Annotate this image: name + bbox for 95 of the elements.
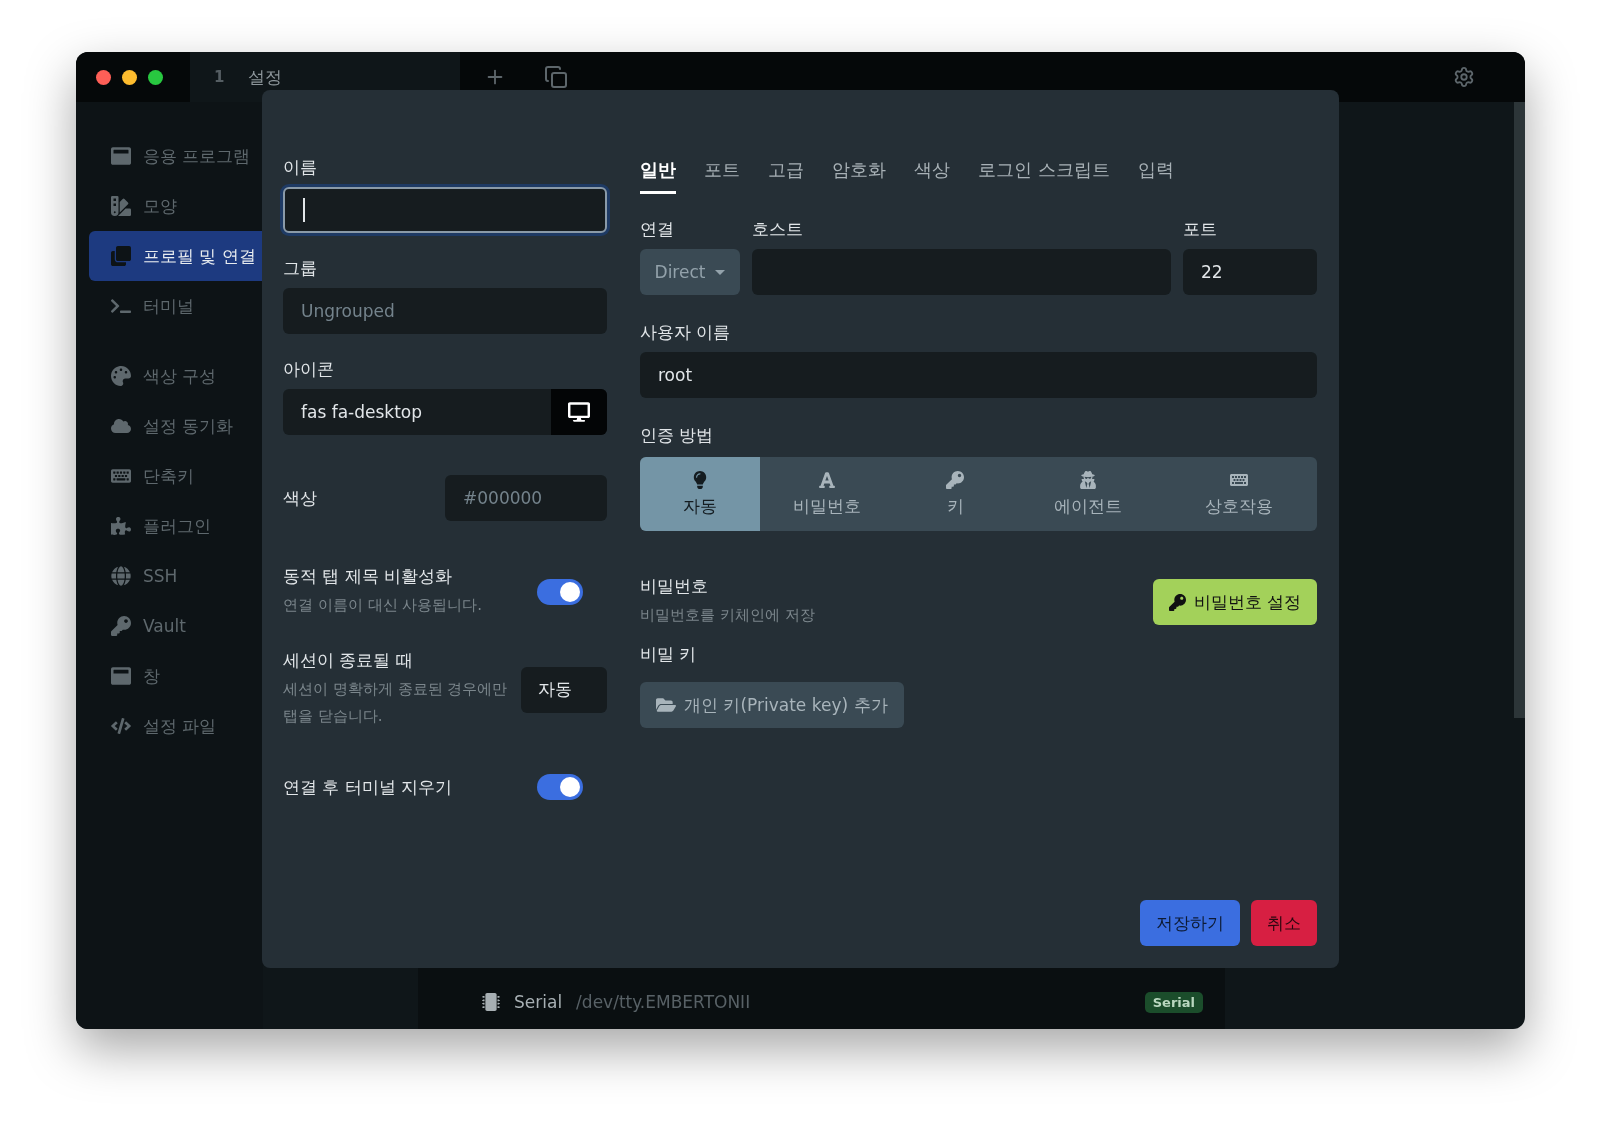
field-label: 아이콘 [283,358,335,381]
sidebar-item-label: 플러그인 [143,514,211,538]
add-private-key-button[interactable]: 개인 키(Private key) 추가 [640,682,904,728]
sidebar-item[interactable]: 설정 파일 [89,701,263,751]
auth-option[interactable]: 상호작용 [1160,457,1317,531]
tab[interactable]: 고급 [768,158,804,194]
windows-icon[interactable] [544,65,568,89]
option-title: 연결 후 터미널 지우기 [283,775,453,799]
username-input[interactable]: root [640,352,1317,398]
key-icon [111,616,131,636]
icon-input[interactable]: fas fa-desktop [283,389,607,435]
sidebar-item-label: 창 [143,664,160,688]
sidebar-item-label: 응용 프로그램 [143,144,251,168]
field-label: 이름 [283,156,318,179]
globe-icon [111,566,131,586]
scrollbar[interactable] [1514,102,1525,718]
sidebar-item-label: 단축키 [143,464,194,488]
auth-option[interactable]: 자동 [640,457,760,531]
folder-icon [656,695,676,715]
swatch-icon [111,196,131,216]
field-label: 사용자 이름 [640,321,732,344]
keyboard-icon [111,466,131,486]
sidebar-item[interactable]: 설정 동기화 [89,401,263,451]
profile-path: /dev/tty.EMBERTONII [576,992,752,1012]
profile-name[interactable]: Serial [514,992,563,1012]
sidebar-item-label: 설정 파일 [143,714,217,738]
sidebar-item[interactable]: SSH [89,551,263,601]
chip-icon [482,993,500,1011]
option-description: 연결 이름이 대신 사용됩니다. [283,595,483,616]
terminal-icon [111,296,131,316]
auth-option[interactable]: 키 [895,457,1015,531]
agent-icon [1078,470,1097,489]
field-label: 연결 [640,218,675,241]
connection-dropdown[interactable]: Direct [640,249,740,295]
cloud-icon [111,416,131,436]
type-badge: Serial [1144,991,1203,1013]
port-input[interactable]: 22 [1183,249,1317,295]
puzzle-icon [111,516,131,536]
sidebar-item[interactable]: 플러그인 [89,501,263,551]
sidebar-item-label: 설정 동기화 [143,414,234,438]
sidebar-item[interactable]: 단축키 [89,451,263,501]
field-label: 호스트 [752,218,804,241]
section-title: 비밀번호 [640,575,709,598]
stacked-windows-icon [111,246,131,266]
field-label: 색상 [283,486,317,510]
tab[interactable]: 색상 [914,158,950,194]
tab[interactable]: 암호화 [832,158,886,194]
option-title: 동적 탭 제목 비활성화 [283,565,454,588]
minimize-button[interactable] [122,69,137,85]
toggle-switch[interactable] [537,579,583,605]
tab[interactable]: 입력 [1137,158,1174,194]
desktop-icon [551,389,607,435]
sidebar-item[interactable]: 창 [89,651,263,701]
field-label: 포트 [1183,218,1218,241]
letter-icon [818,470,837,489]
field-label: 인증 방법 [640,424,715,447]
section-title: 비밀 키 [640,643,698,666]
close-button[interactable] [96,69,111,85]
sidebar-item-label: Vault [143,616,186,636]
key-icon [1168,593,1186,611]
key-icon [946,470,965,489]
name-input[interactable] [283,187,607,233]
sidebar-item-label: 색상 구성 [143,364,217,388]
sidebar-item-label: SSH [143,566,178,586]
sidebar-item-label: 프로필 및 연결 [143,244,256,268]
sidebar-item-label: 터미널 [143,294,194,318]
tab[interactable]: 로그인 스크립트 [978,158,1110,194]
window-icon [111,146,131,166]
color-input[interactable]: #000000 [445,475,607,521]
sidebar-item[interactable]: 응용 프로그램 [89,131,263,181]
auth-option[interactable]: 에이전트 [1014,457,1161,531]
sidebar-item[interactable]: 모양 [89,181,263,231]
cancel-button[interactable]: 취소 [1251,900,1317,946]
group-input[interactable]: Ungrouped [283,288,607,334]
sidebar-item[interactable]: 터미널 [89,281,263,331]
set-password-button[interactable]: 비밀번호 설정 [1152,579,1317,625]
sidebar-item[interactable]: 색상 구성 [89,351,263,401]
tab[interactable]: 일반 [640,158,676,194]
maximize-button[interactable] [148,69,163,85]
sidebar-item-label: 모양 [143,194,177,218]
sidebar-item[interactable]: Vault [89,601,263,651]
option-title: 세션이 종료될 때 [283,649,414,672]
tab[interactable]: 포트 [704,158,740,194]
window-icon [111,666,131,686]
palette-icon [111,366,131,386]
field-label: 그룹 [283,257,318,280]
auth-option[interactable]: 비밀번호 [759,457,896,531]
sidebar-item[interactable]: 프로필 및 연결 [89,231,263,281]
save-button[interactable]: 저장하기 [1140,900,1240,946]
option-description: 세션이 명확하게 종료된 경우에만 탭을 닫습니다. [283,679,509,727]
toggle-switch[interactable] [537,774,583,800]
code-icon [111,716,131,736]
section-description: 비밀번호를 키체인에 저장 [640,605,815,626]
settings-icon[interactable] [1453,66,1475,88]
select-dropdown[interactable]: 자동 [521,666,607,713]
